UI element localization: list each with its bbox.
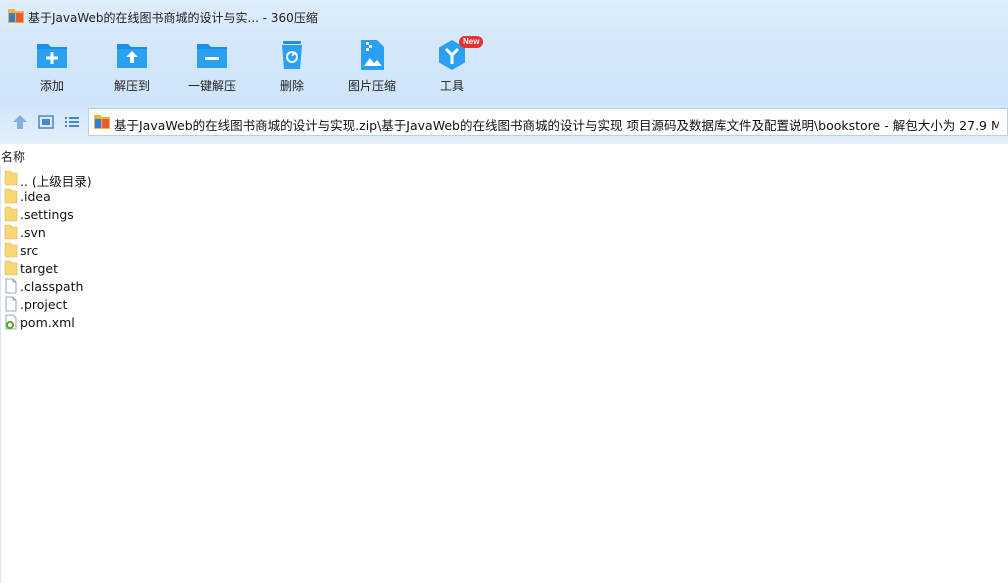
- archive-app-icon: [8, 9, 24, 23]
- list-item[interactable]: .svn: [0, 223, 300, 241]
- one-click-extract-button[interactable]: 一键解压: [172, 38, 252, 96]
- image-compress-icon: [361, 40, 384, 70]
- file-name: src: [20, 243, 39, 258]
- list-item[interactable]: .. (上级目录): [0, 169, 300, 189]
- file-list: .. (上级目录) .idea .settings .svn src targe…: [0, 169, 1008, 331]
- image-compress-button[interactable]: 图片压缩: [332, 38, 412, 96]
- add-icon: [37, 44, 67, 68]
- list-item[interactable]: .classpath: [0, 277, 300, 295]
- list-item[interactable]: pom.xml: [0, 313, 300, 331]
- list-item[interactable]: .idea: [0, 187, 300, 205]
- column-name-header[interactable]: 名称: [1, 148, 25, 165]
- folder-icon: [4, 224, 18, 240]
- address-bar[interactable]: 基于JavaWeb的在线图书商城的设计与实现.zip\基于JavaWeb的在线图…: [88, 108, 1008, 136]
- delete-label: 删除: [279, 79, 304, 93]
- file-name: pom.xml: [20, 315, 75, 330]
- file-name: .classpath: [20, 279, 84, 294]
- tools-button[interactable]: New 工具: [412, 36, 492, 96]
- file-name: .idea: [20, 189, 51, 204]
- xml-file-icon: [5, 314, 17, 330]
- list-item[interactable]: .settings: [0, 205, 300, 223]
- list-view-icon[interactable]: [63, 113, 81, 131]
- new-badge: New: [459, 36, 484, 48]
- column-header: 名称: [0, 146, 1008, 166]
- folder-icon: [4, 188, 18, 204]
- file-icon: [5, 296, 17, 312]
- address-path: 基于JavaWeb的在线图书商城的设计与实现.zip\基于JavaWeb的在线图…: [114, 118, 999, 133]
- file-name: target: [20, 261, 59, 276]
- list-item[interactable]: target: [0, 259, 300, 277]
- archive-icon: [94, 115, 110, 129]
- extract-to-label: 解压到: [113, 79, 150, 93]
- one-click-extract-icon: [197, 44, 227, 68]
- window-title: 基于JavaWeb的在线图书商城的设计与实... - 360压缩: [28, 11, 318, 25]
- extract-to-button[interactable]: 解压到: [92, 38, 172, 96]
- image-compress-label: 图片压缩: [347, 79, 396, 93]
- list-item[interactable]: .project: [0, 295, 300, 313]
- navigation-bar: 基于JavaWeb的在线图书商城的设计与实现.zip\基于JavaWeb的在线图…: [0, 100, 1008, 144]
- add-label: 添加: [39, 79, 64, 93]
- file-icon: [5, 278, 17, 294]
- folder-icon: [4, 260, 18, 276]
- one-click-extract-label: 一键解压: [187, 79, 236, 93]
- file-name: .settings: [20, 207, 74, 222]
- folder-icon: [4, 170, 18, 186]
- add-button[interactable]: 添加: [12, 38, 92, 96]
- file-name: .project: [20, 297, 68, 312]
- folder-icon: [4, 206, 18, 222]
- delete-button[interactable]: 删除: [252, 38, 332, 96]
- title-bar: 基于JavaWeb的在线图书商城的设计与实... - 360压缩: [0, 0, 1008, 32]
- list-item[interactable]: src: [0, 241, 300, 259]
- delete-icon: [282, 41, 302, 69]
- extract-to-icon: [117, 44, 147, 68]
- tools-label: 工具: [439, 79, 464, 93]
- folder-icon: [4, 242, 18, 258]
- up-arrow-icon[interactable]: [11, 113, 29, 131]
- file-name: .svn: [20, 225, 46, 240]
- toolbar: 添加 解压到 一键解压 删除 图片压缩 New 工具: [0, 32, 1008, 100]
- thumbnail-view-icon[interactable]: [37, 113, 55, 131]
